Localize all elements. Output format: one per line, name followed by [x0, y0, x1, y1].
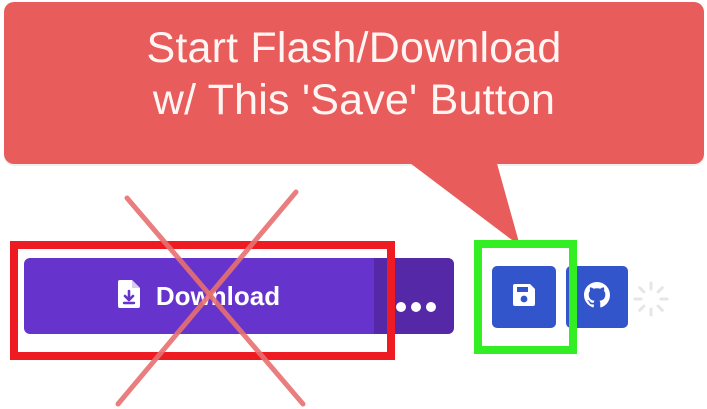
callout-line-1: Start Flash/Download: [146, 24, 562, 72]
ellipsis-icon: [396, 302, 436, 312]
spinner-icon: [633, 281, 669, 317]
callout-line-2: w/ This 'Save' Button: [152, 76, 556, 124]
github-icon: [584, 281, 610, 313]
green-highlight-frame: [474, 240, 577, 354]
annotated-screenshot: Start Flash/Download w/ This 'Save' Butt…: [0, 0, 707, 409]
callout-text: Start Flash/Download w/ This 'Save' Butt…: [4, 22, 704, 126]
red-highlight-frame: [10, 241, 395, 360]
